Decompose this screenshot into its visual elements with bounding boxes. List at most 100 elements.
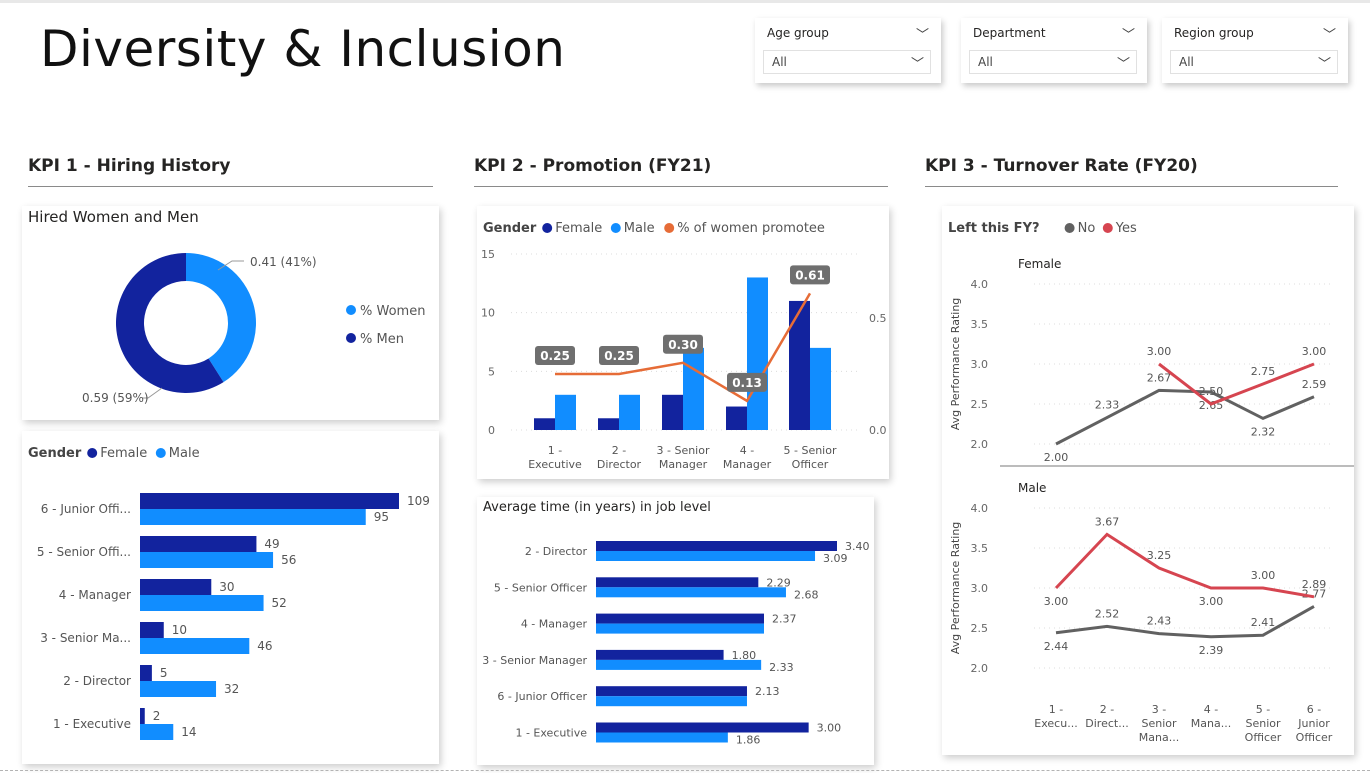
avg-time-card[interactable]: Average time (in years) in job level 2 - … — [477, 497, 874, 765]
donut-card[interactable]: Hired Women and Men 0.41 (41%) 0.59 (59%)%… — [22, 206, 439, 420]
data-label: 2.29 — [766, 576, 791, 589]
bar-female — [140, 622, 164, 638]
bar-female — [662, 394, 683, 430]
data-label: 2.41 — [1251, 616, 1276, 629]
x-tick-label: 4 - — [1204, 703, 1218, 716]
x-tick-label: Junior — [1297, 717, 1330, 730]
data-label: 2.13 — [755, 685, 780, 698]
legend-marker — [664, 223, 675, 233]
y-tick-label: 2.5 — [971, 622, 989, 635]
data-label: 2.39 — [1199, 644, 1224, 657]
x-tick-label: Director — [597, 458, 642, 471]
data-label: 30 — [219, 580, 234, 594]
data-label: 2.67 — [1147, 371, 1172, 384]
x-tick-label: Manager — [659, 458, 708, 471]
legend-item: No — [1078, 221, 1096, 236]
turnover-card[interactable]: Left this FY? No Yes Female 2.0 2.5 3.0 3.5 4.0 A… — [942, 206, 1354, 755]
bar-female — [140, 579, 212, 595]
bar-female — [789, 300, 810, 430]
bar-male — [596, 587, 786, 598]
dropdown-value: All — [772, 55, 787, 69]
x-tick-label: Mana... — [1139, 731, 1179, 744]
data-label: 2.00 — [1044, 451, 1069, 464]
data-label: 49 — [264, 537, 279, 551]
bar-male — [140, 724, 174, 740]
promotion-combo-chart: Gender Female Male % of women promotee 0 5 10 1… — [481, 221, 887, 471]
bar-male — [596, 623, 764, 634]
data-label: 2.32 — [1251, 425, 1276, 438]
x-tick-label: 5 - — [1256, 703, 1270, 716]
y-tick-label: 2.5 — [971, 398, 989, 411]
region-group-dropdown[interactable]: All ﹀ — [1170, 50, 1338, 74]
x-tick-label: 3 - — [1152, 703, 1166, 716]
bar-male — [596, 696, 747, 707]
bar-male — [140, 638, 250, 654]
x-tick-label: 1 - — [548, 444, 562, 457]
y-tick-label: 3.0 — [971, 358, 989, 371]
y-tick-label: 3.5 — [971, 318, 989, 331]
data-label: 95 — [374, 510, 389, 524]
hiring-bar-card[interactable]: Gender Female Male 6 - Junior Offi... 109 95 5… — [22, 431, 439, 764]
chevron-down-icon[interactable]: ﹀ — [1117, 53, 1130, 72]
legend-item: Male — [624, 221, 655, 236]
bar-female — [140, 708, 145, 724]
x-tick-label: Manager — [723, 458, 772, 471]
y-tick-label: 2.0 — [971, 662, 989, 675]
bar-female — [596, 541, 837, 551]
legend-item: Female — [555, 221, 602, 236]
data-label: 3.67 — [1095, 515, 1120, 528]
data-label: 46 — [257, 639, 272, 653]
chart-title: Average time (in years) in job level — [483, 500, 711, 515]
bar-male — [555, 394, 576, 430]
bar-male — [140, 509, 366, 525]
y2-tick-label: 0.0 — [869, 424, 887, 437]
data-label: 3.40 — [845, 540, 870, 553]
line-data-label: 0.25 — [540, 349, 570, 363]
section-divider — [28, 186, 433, 187]
data-label: 3.00 — [1044, 595, 1069, 608]
bar-female — [598, 418, 619, 430]
category-label: 6 - Junior Officer — [497, 690, 587, 703]
data-label: 2.52 — [1095, 607, 1120, 620]
y-tick-label: 0 — [488, 424, 495, 437]
department-dropdown[interactable]: All ﹀ — [969, 50, 1137, 74]
data-label: 2.43 — [1147, 615, 1172, 628]
slicer-label: Age group — [767, 26, 829, 40]
y-tick-label: 5 — [488, 365, 495, 378]
data-label: 2 — [153, 709, 161, 723]
x-tick-label: Execu... — [1034, 717, 1077, 730]
chevron-down-icon[interactable]: ﹀ — [916, 24, 929, 43]
category-label: 2 - Director — [63, 674, 131, 688]
y-axis-label: Avg Performance Rating — [949, 298, 962, 431]
x-tick-label: 2 - — [1100, 703, 1114, 716]
bar-male — [747, 277, 768, 430]
legend-marker — [1064, 223, 1075, 233]
legend-title: Left this FY? — [948, 221, 1040, 236]
data-label: 3.00 — [1199, 595, 1224, 608]
section-divider — [925, 186, 1338, 187]
age-group-dropdown[interactable]: All ﹀ — [763, 50, 931, 74]
slicer-age-group[interactable]: Age group ﹀ All ﹀ — [755, 18, 941, 83]
y-tick-label: 4.0 — [971, 278, 989, 291]
slicer-region-group[interactable]: Region group ﹀ All ﹀ — [1162, 18, 1348, 83]
line-data-label: 0.61 — [795, 268, 825, 282]
data-label: 2.33 — [1095, 399, 1120, 412]
chevron-down-icon[interactable]: ﹀ — [1318, 53, 1331, 72]
chevron-down-icon[interactable]: ﹀ — [1122, 24, 1135, 43]
bar-female — [596, 613, 764, 624]
chevron-down-icon[interactable]: ﹀ — [1323, 24, 1336, 43]
bar-male — [140, 681, 217, 697]
bottom-border — [0, 770, 1370, 771]
slicer-department[interactable]: Department ﹀ All ﹀ — [961, 18, 1147, 83]
legend-marker — [1102, 223, 1113, 233]
x-tick-label: Officer — [1245, 731, 1282, 744]
legend-item: Male — [169, 446, 200, 461]
promotion-card[interactable]: Gender Female Male % of women promotee 0 5 10 1… — [477, 206, 889, 479]
bar-female — [596, 649, 724, 660]
data-label: 2.75 — [1251, 365, 1276, 378]
data-label: 2.37 — [772, 613, 797, 626]
section-title-kpi1: KPI 1 - Hiring History — [28, 156, 231, 176]
chevron-down-icon[interactable]: ﹀ — [911, 53, 924, 72]
x-tick-label: Executive — [528, 458, 582, 471]
y-tick-label: 3.5 — [971, 542, 989, 555]
